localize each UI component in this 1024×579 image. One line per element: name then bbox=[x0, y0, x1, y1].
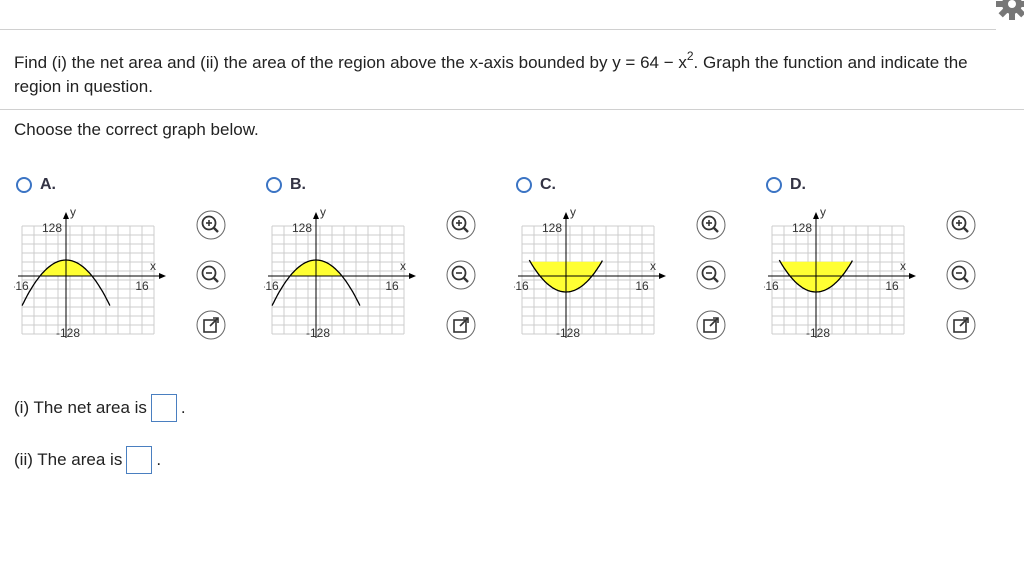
option-letter: D. bbox=[790, 176, 806, 193]
zoom-out-icon[interactable] bbox=[946, 260, 976, 290]
y-axis-arrow bbox=[813, 212, 819, 219]
option-c: C. y x 128 -128 -16 16 bbox=[514, 176, 766, 351]
section-divider bbox=[0, 109, 1024, 110]
net-area-suffix: . bbox=[180, 398, 186, 417]
option-a-select[interactable]: A. bbox=[16, 176, 56, 194]
tick-label-y-bottom: -128 bbox=[556, 326, 580, 340]
x-axis-label: x bbox=[650, 259, 656, 273]
x-axis-arrow bbox=[909, 273, 916, 279]
x-axis-label: x bbox=[150, 259, 156, 273]
radio-button[interactable] bbox=[266, 177, 282, 193]
question-text: Find (i) the net area and (ii) the area … bbox=[14, 49, 1004, 99]
tick-label-y-top: 128 bbox=[792, 221, 812, 235]
tick-label-y-top: 128 bbox=[292, 221, 312, 235]
open-new-window-icon[interactable] bbox=[446, 310, 476, 340]
zoom-out-icon[interactable] bbox=[196, 260, 226, 290]
radio-button[interactable] bbox=[16, 177, 32, 193]
option-d: D. y x 128 -128 -16 16 bbox=[764, 176, 1016, 351]
area-input[interactable] bbox=[126, 446, 153, 474]
x-axis-arrow bbox=[159, 273, 166, 279]
y-axis-arrow bbox=[563, 212, 569, 219]
open-new-window-icon[interactable] bbox=[196, 310, 226, 340]
tick-label-y-bottom: -128 bbox=[56, 326, 80, 340]
gear-icon[interactable] bbox=[994, 0, 1024, 22]
question-exponent: 2 bbox=[686, 49, 694, 64]
tick-label-y-top: 128 bbox=[542, 221, 562, 235]
option-b-select[interactable]: B. bbox=[266, 176, 306, 194]
open-new-window-icon[interactable] bbox=[946, 310, 976, 340]
net-area-label: (i) The net area is bbox=[14, 398, 147, 417]
graph-d[interactable]: y x 128 -128 -16 16 bbox=[764, 208, 924, 346]
x-axis-arrow bbox=[409, 273, 416, 279]
tick-label-y-top: 128 bbox=[42, 221, 62, 235]
zoom-in-icon[interactable] bbox=[946, 210, 976, 240]
net-area-input[interactable] bbox=[150, 394, 177, 422]
zoom-in-icon[interactable] bbox=[446, 210, 476, 240]
tick-label-y-bottom: -128 bbox=[306, 326, 330, 340]
radio-button[interactable] bbox=[516, 177, 532, 193]
option-b: B. y x 128 -128 -16 16 bbox=[264, 176, 516, 351]
zoom-out-icon[interactable] bbox=[446, 260, 476, 290]
zoom-out-icon[interactable] bbox=[696, 260, 726, 290]
open-new-window-icon[interactable] bbox=[696, 310, 726, 340]
tick-label-x-right: 16 bbox=[635, 279, 649, 293]
tick-label-x-left: -16 bbox=[14, 279, 29, 293]
y-axis-label: y bbox=[70, 208, 76, 219]
radio-button[interactable] bbox=[766, 177, 782, 193]
graph-c[interactable]: y x 128 -128 -16 16 bbox=[514, 208, 674, 346]
y-axis-label: y bbox=[320, 208, 326, 219]
option-letter: B. bbox=[290, 176, 306, 193]
tick-label-x-left: -16 bbox=[514, 279, 529, 293]
zoom-in-icon[interactable] bbox=[696, 210, 726, 240]
net-area-answer: (i) The net area is . bbox=[14, 394, 186, 422]
y-axis-label: y bbox=[570, 208, 576, 219]
x-axis-label: x bbox=[400, 259, 406, 273]
area-label: (ii) The area is bbox=[14, 450, 123, 469]
tick-label-x-left: -16 bbox=[764, 279, 779, 293]
tick-label-y-bottom: -128 bbox=[806, 326, 830, 340]
tick-label-x-right: 16 bbox=[385, 279, 399, 293]
option-d-select[interactable]: D. bbox=[766, 176, 806, 194]
zoom-in-icon[interactable] bbox=[196, 210, 226, 240]
tick-label-x-left: -16 bbox=[264, 279, 279, 293]
y-axis-arrow bbox=[63, 212, 69, 219]
x-axis-label: x bbox=[900, 259, 906, 273]
tick-label-x-right: 16 bbox=[885, 279, 899, 293]
graph-a[interactable]: y x 128 -128 -16 16 bbox=[14, 208, 174, 346]
area-answer: (ii) The area is . bbox=[14, 446, 161, 474]
tick-label-x-right: 16 bbox=[135, 279, 149, 293]
option-a: A. y x 128 -128 -16 16 bbox=[14, 176, 266, 351]
instruction-text: Choose the correct graph below. bbox=[14, 120, 259, 139]
y-axis-arrow bbox=[313, 212, 319, 219]
graph-b[interactable]: y x 128 -128 -16 16 bbox=[264, 208, 424, 346]
area-suffix: . bbox=[156, 450, 162, 469]
x-axis-arrow bbox=[659, 273, 666, 279]
top-divider bbox=[0, 29, 996, 30]
option-c-select[interactable]: C. bbox=[516, 176, 556, 194]
option-letter: A. bbox=[40, 176, 56, 193]
question-part1: Find (i) the net area and (ii) the area … bbox=[14, 53, 687, 72]
y-axis-label: y bbox=[820, 208, 826, 219]
option-letter: C. bbox=[540, 176, 556, 193]
